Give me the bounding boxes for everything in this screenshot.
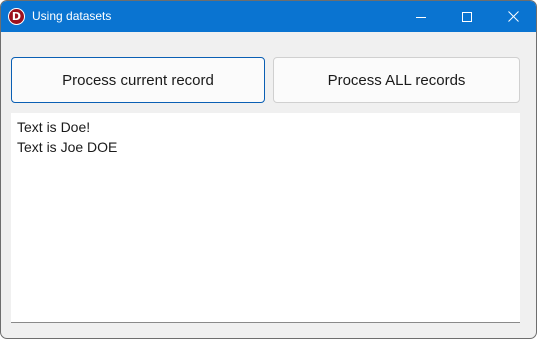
app-window: D Using datasets Process current record … (0, 0, 537, 339)
memo-line: Text is Doe! (17, 119, 91, 135)
title-bar[interactable]: D Using datasets (1, 1, 536, 32)
maximize-button[interactable] (444, 1, 490, 32)
close-icon (507, 11, 519, 22)
minimize-button[interactable] (398, 1, 444, 32)
process-current-record-button[interactable]: Process current record (11, 57, 265, 103)
output-memo[interactable]: Text is Doe! Text is Joe DOE (11, 113, 520, 323)
minimize-icon (416, 16, 426, 18)
process-current-record-label: Process current record (62, 71, 214, 89)
process-all-records-button[interactable]: Process ALL records (273, 57, 520, 103)
app-icon[interactable]: D (8, 8, 25, 25)
app-icon-letter: D (11, 10, 22, 23)
maximize-icon (462, 11, 472, 22)
close-button[interactable] (490, 1, 536, 32)
memo-line: Text is Joe DOE (17, 139, 118, 155)
window-title: Using datasets (32, 9, 112, 23)
process-all-records-label: Process ALL records (327, 71, 466, 89)
